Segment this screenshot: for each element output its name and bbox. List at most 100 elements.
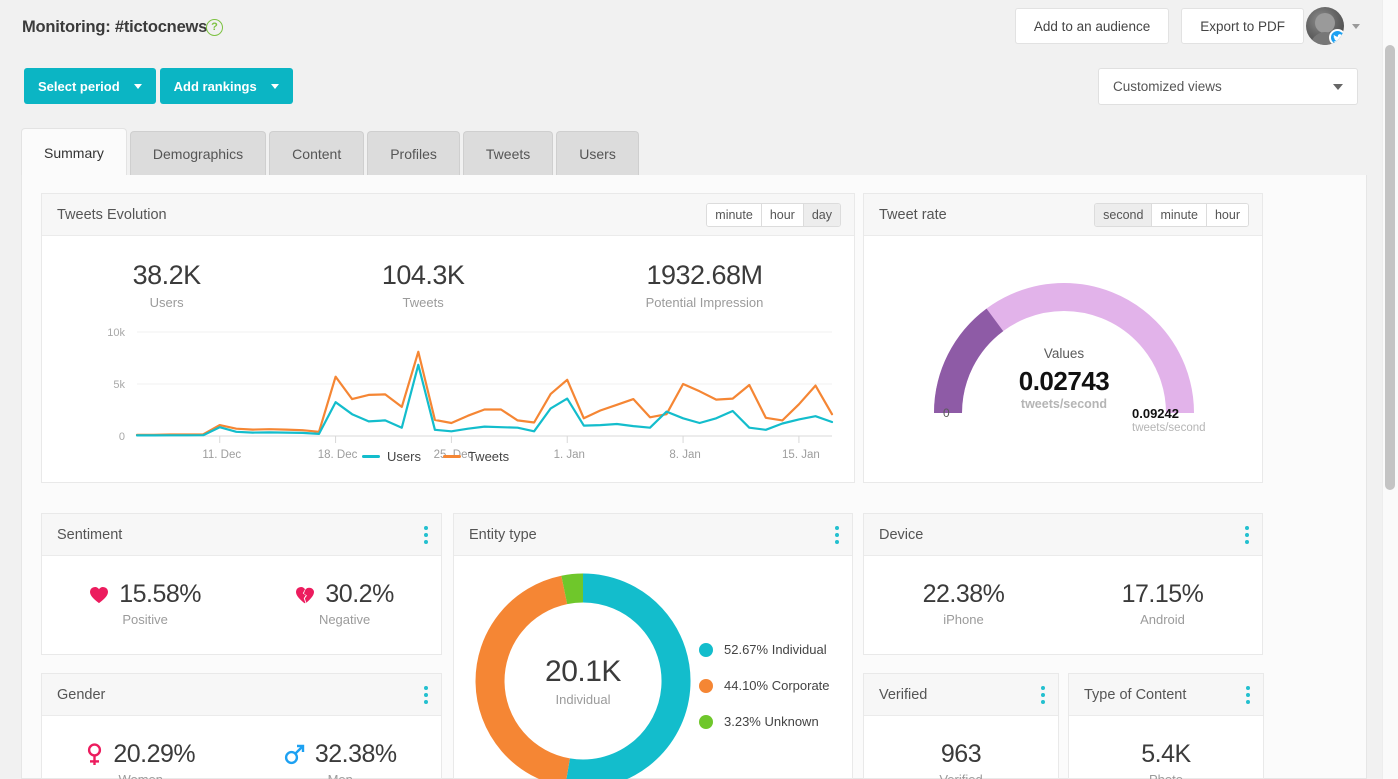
- scrollbar-track[interactable]: [1382, 0, 1398, 779]
- panel-header: Type of Content: [1069, 674, 1263, 716]
- donut-center-label: Individual: [555, 692, 611, 707]
- tweet-rate-title: Tweet rate: [879, 206, 947, 223]
- account-menu[interactable]: [1306, 7, 1360, 45]
- verified-stats: 963 Verified: [864, 716, 1058, 779]
- legend-label: Tweets: [467, 449, 510, 464]
- panel-header: Gender: [42, 674, 441, 716]
- more-options-icon[interactable]: [1246, 686, 1250, 707]
- legend-label: 44.10% Corporate: [724, 678, 830, 693]
- tab-label: Users: [579, 146, 616, 162]
- chart-legend: Users Tweets: [362, 449, 509, 464]
- tab-summary[interactable]: Summary: [21, 128, 127, 176]
- granularity-day[interactable]: day: [803, 204, 840, 226]
- device-android: 17.15% Android: [1122, 580, 1204, 627]
- kpi-value: 38.2K: [132, 260, 202, 290]
- tweets-evolution-panel: Tweets Evolution minute hour day 38.2K U…: [41, 193, 855, 483]
- gender-women-value: 20.29%: [113, 740, 196, 768]
- verified-value: 963: [940, 740, 982, 768]
- panel-header: Sentiment: [42, 514, 441, 556]
- type-of-content-value: 5.4K: [1141, 740, 1191, 768]
- add-rankings-button[interactable]: Add rankings: [159, 68, 293, 104]
- legend-item-users[interactable]: Users: [362, 449, 421, 464]
- legend-label: 3.23% Unknown: [724, 714, 819, 729]
- verified-title: Verified: [879, 686, 928, 703]
- legend-swatch: [699, 678, 713, 693]
- export-to-pdf-button[interactable]: Export to PDF: [1181, 8, 1304, 44]
- more-options-icon[interactable]: [1041, 686, 1045, 707]
- tab-demographics[interactable]: Demographics: [129, 131, 267, 176]
- kpi-value: 1932.68M: [646, 260, 763, 290]
- type-of-content-title: Type of Content: [1084, 686, 1187, 703]
- gender-men: 32.38% Men: [284, 740, 397, 779]
- kpi-users: 38.2K Users: [132, 260, 202, 310]
- chevron-down-icon[interactable]: [1352, 23, 1360, 29]
- sentiment-positive-value: 15.58%: [119, 580, 201, 608]
- gender-men-value: 32.38%: [314, 740, 397, 768]
- tab-label: Tweets: [485, 146, 531, 162]
- device-panel: Device 22.38% iPhone 17.15% Android: [863, 513, 1263, 655]
- gauge-center-label: Values: [1043, 346, 1085, 361]
- kpi-tweets: 104.3K Tweets: [382, 260, 465, 310]
- svg-text:10k: 10k: [107, 327, 125, 339]
- tab-label: Demographics: [152, 146, 244, 162]
- panel-header: Device: [864, 514, 1262, 556]
- device-stats: 22.38% iPhone 17.15% Android: [864, 556, 1262, 627]
- legend-swatch: [699, 642, 713, 657]
- sentiment-panel: Sentiment 15.58% Positive 30.2% Negative: [41, 513, 442, 655]
- rate-second[interactable]: second: [1095, 204, 1153, 226]
- legend-item-individual[interactable]: 52.67% Individual: [699, 642, 830, 657]
- scrollbar-thumb[interactable]: [1385, 45, 1395, 490]
- avatar[interactable]: [1306, 7, 1344, 45]
- top-actions: Add to an audience Export to PDF: [1014, 8, 1304, 44]
- tab-content[interactable]: Content: [269, 131, 365, 176]
- granularity-toggle: minute hour day: [706, 203, 841, 227]
- donut-center-value: 20.1K: [545, 655, 621, 688]
- rate-minute[interactable]: minute: [1152, 204, 1207, 226]
- more-options-icon[interactable]: [424, 686, 428, 707]
- more-options-icon[interactable]: [1245, 526, 1249, 547]
- gauge-max-value: 0.09242: [1132, 406, 1179, 421]
- sentiment-positive-label: Positive: [122, 612, 168, 627]
- panel-header: Tweets Evolution minute hour day: [42, 194, 854, 236]
- granularity-hour[interactable]: hour: [761, 204, 804, 226]
- kpi-label: Potential Impression: [645, 295, 764, 310]
- tab-tweets[interactable]: Tweets: [462, 131, 554, 176]
- chevron-down-icon: [270, 83, 279, 89]
- more-options-icon[interactable]: [835, 526, 839, 547]
- tab-users[interactable]: Users: [556, 131, 639, 176]
- device-android-value: 17.15%: [1121, 580, 1204, 608]
- legend-item-unknown[interactable]: 3.23% Unknown: [699, 714, 830, 729]
- customized-views-select[interactable]: Customized views: [1098, 68, 1358, 105]
- panel-header: Tweet rate second minute hour: [864, 194, 1262, 236]
- type-of-content-stat: 5.4K Photo: [1141, 740, 1191, 779]
- type-of-content-stats: 5.4K Photo: [1069, 716, 1263, 779]
- select-period-button[interactable]: Select period: [24, 68, 156, 104]
- svg-text:18. Dec: 18. Dec: [318, 449, 358, 461]
- legend-item-tweets[interactable]: Tweets: [442, 449, 510, 464]
- device-iphone-label: iPhone: [943, 612, 984, 627]
- add-rankings-label: Add rankings: [173, 78, 257, 94]
- more-options-icon[interactable]: [424, 526, 428, 547]
- entity-type-legend: 52.67% Individual 44.10% Corporate 3.23%…: [699, 642, 830, 750]
- kpi-value: 104.3K: [381, 260, 465, 290]
- tab-profiles[interactable]: Profiles: [367, 131, 460, 176]
- tab-label: Profiles: [390, 146, 437, 162]
- legend-swatch: [699, 714, 713, 729]
- svg-text:5k: 5k: [113, 379, 125, 391]
- legend-item-corporate[interactable]: 44.10% Corporate: [699, 678, 830, 693]
- type-of-content-label: Photo: [1149, 772, 1183, 779]
- legend-label: Users: [387, 449, 421, 464]
- question-mark-icon[interactable]: ?: [206, 19, 223, 36]
- panel-header: Verified: [864, 674, 1058, 716]
- add-to-audience-button[interactable]: Add to an audience: [1014, 8, 1170, 44]
- kpi-label: Users: [149, 295, 184, 310]
- sentiment-negative-value: 30.2%: [325, 580, 394, 608]
- rate-hour[interactable]: hour: [1206, 204, 1248, 226]
- twitter-icon: [1329, 29, 1344, 45]
- rate-granularity-toggle: second minute hour: [1094, 203, 1249, 227]
- entity-type-title: Entity type: [469, 526, 537, 543]
- tab-bar: Summary Demographics Content Profiles Tw…: [21, 128, 639, 176]
- gender-panel: Gender 20.29% Women: [41, 673, 442, 779]
- svg-text:11. Dec: 11. Dec: [202, 449, 241, 461]
- granularity-minute[interactable]: minute: [707, 204, 762, 226]
